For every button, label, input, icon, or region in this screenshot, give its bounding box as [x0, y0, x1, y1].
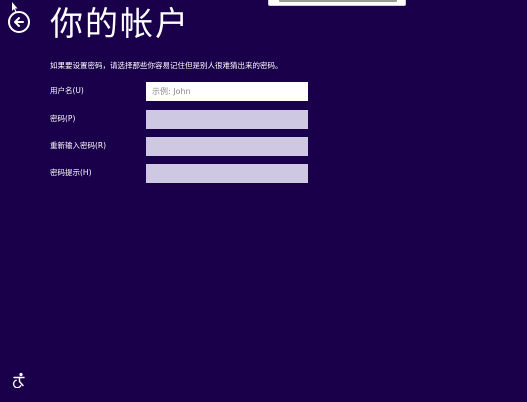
ease-of-access-icon[interactable] — [11, 372, 27, 388]
password-input[interactable] — [146, 110, 308, 129]
password-hint-input[interactable] — [146, 164, 308, 183]
password-confirm-row: 重新输入密码(R) — [50, 137, 310, 156]
password-row: 密码(P) — [50, 110, 310, 129]
username-label: 用户名(U) — [50, 86, 84, 95]
password-confirm-label: 重新输入密码(R) — [50, 141, 107, 150]
password-confirm-input[interactable] — [146, 137, 308, 156]
password-hint-row: 密码提示(H) — [50, 164, 310, 183]
back-button[interactable] — [8, 11, 30, 33]
top-tooltip — [268, 0, 406, 6]
password-hint-label: 密码提示(H) — [50, 168, 92, 177]
back-arrow-icon — [14, 17, 24, 27]
page-title: 你的帐户 — [50, 4, 190, 43]
password-instruction: 如果要设置密码，请选择那些你容易记住但是别人很难猜出来的密码。 — [50, 61, 283, 70]
username-row: 用户名(U) — [50, 82, 310, 101]
tooltip-blurred-text — [279, 0, 397, 2]
password-label: 密码(P) — [50, 114, 76, 123]
username-input[interactable] — [146, 82, 308, 101]
